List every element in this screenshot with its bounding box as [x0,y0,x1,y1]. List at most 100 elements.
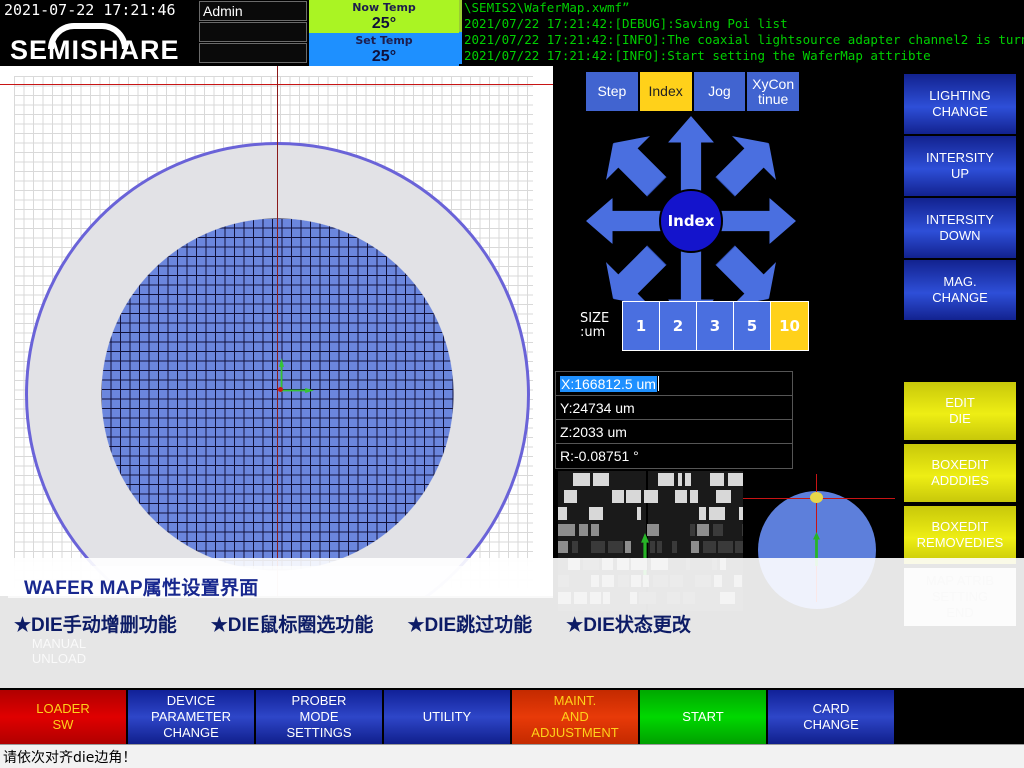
camera-pattern-bar [583,558,599,570]
camera-pattern-bar [678,473,682,486]
camera-pattern-bar [734,575,742,587]
overlay-bullets: ★DIE手动增删功能 ★DIE鼠标圈选功能 ★DIE跳过功能 ★DIE状态更改 [14,610,714,637]
arrow-up-left-icon[interactable] [591,121,679,209]
tab-xycontinue[interactable]: XyCon tinue [747,72,799,111]
camera-pattern-bar [591,524,599,536]
camera-pattern-bar [690,490,698,503]
camera-pattern-bar [602,575,614,587]
set-temp-value: 25° [371,48,397,65]
camera-pattern-bar [683,592,695,604]
camera-pattern-bar [558,524,575,536]
lighting-change-button[interactable]: LIGHTING CHANGE [904,74,1016,134]
camera-pattern-bar [667,592,680,604]
edit-die-button[interactable]: EDIT DIE [904,382,1016,440]
camera-pattern-bar [709,507,725,520]
set-temp-box[interactable]: Set Temp 25° [309,33,459,66]
camera-pattern-bar [568,558,580,570]
manual-unload-button[interactable]: MANUAL UNLOAD [17,636,101,670]
coord-row-z[interactable]: Z:2033 um [556,420,792,444]
arrow-right-icon[interactable] [718,198,796,244]
user-field-3[interactable] [199,43,307,63]
camera-pattern-bar [710,473,724,486]
start-button[interactable]: START [640,690,766,744]
camera-pattern-bar [650,541,655,553]
tab-index[interactable]: Index [639,72,694,111]
overlay-title: WAFER MAP属性设置界面 [24,578,259,599]
semishare-logo: SEMISHARE [6,22,196,65]
user-field-2[interactable] [199,22,307,42]
boxedit-removedies-button[interactable]: BOXEDIT REMOVEDIES [904,506,1016,564]
status-message: 请依次对齐die边角！ [3,750,137,766]
camera-pattern-bar [573,473,590,486]
camera-pattern-bar [685,473,691,486]
device-parameter-change-button[interactable]: DEVICE PARAMETER CHANGE [128,690,254,744]
size-option-2[interactable]: 2 [660,302,697,350]
camera-pattern-bar [639,592,656,604]
coord-row-x[interactable]: X:166812.5 um [556,372,792,396]
loader-sw-button[interactable]: LOADER SW [0,690,126,744]
arrow-up-right-icon[interactable] [703,121,791,209]
card-change-button[interactable]: CARD CHANGE [768,690,894,744]
microscope-camera-view[interactable] [558,471,743,611]
coord-row-r[interactable]: R:-0.08751 ° [556,444,792,468]
camera-pattern-bar [593,473,609,486]
size-option-5[interactable]: 5 [734,302,771,350]
intensity-down-button[interactable]: INTERSITY DOWN [904,198,1016,258]
user-field-1[interactable]: Admin [199,1,307,21]
now-temp-value: 25° [371,15,397,32]
camera-pattern-bar [695,575,711,587]
application-window: 2021-07-22 17:21:46 SEMISHARE Admin Now … [0,0,1024,768]
boxedit-adddies-button[interactable]: BOXEDIT ADDDIES [904,444,1016,502]
camera-pattern-bar [558,575,569,587]
camera-pattern-bar [670,575,683,587]
tab-step[interactable]: Step [586,72,640,111]
camera-pattern-bar [564,490,577,503]
magnification-change-button[interactable]: MAG. CHANGE [904,260,1016,320]
camera-pattern-bar [699,507,706,520]
index-button[interactable]: Index [659,189,723,253]
camera-pattern-bar [657,541,662,553]
camera-pattern-bar [574,592,587,604]
now-temp-label: Now Temp [352,1,416,14]
camera-pattern-bar [590,592,601,604]
camera-pattern-bar [686,558,690,570]
right-action-column: LIGHTING CHANGE INTERSITY UP INTERSITY D… [895,66,1024,668]
user-fields: Admin [199,1,307,63]
crosshair-vertical [277,66,278,596]
prober-mode-settings-button[interactable]: PROBER MODE SETTINGS [256,690,382,744]
size-option-1[interactable]: 1 [623,302,660,350]
camera-pattern-bar [625,541,631,553]
coord-value-z: Z:2033 um [560,423,627,440]
log-line: 2021/07/22 17:21:42:[INFO]:Start setting… [459,48,1024,64]
camera-pattern-bar [653,575,668,587]
arrow-up-icon[interactable] [668,116,714,194]
map-attrib-setting-end-button[interactable]: MAP ATRIB SETTING END [904,568,1016,626]
camera-pattern-bar [697,524,709,536]
log-console[interactable]: \SEMIS2\WaferMap.xwmf” 2021/07/22 17:21:… [459,0,1024,66]
size-option-10[interactable]: 10 [771,302,808,350]
camera-pattern-bar [703,541,716,553]
intensity-up-button[interactable]: INTERSITY UP [904,136,1016,196]
step-size-buttons: 1 2 3 5 10 [622,301,809,351]
coord-row-y[interactable]: Y:24734 um [556,396,792,420]
camera-pattern-bar [712,558,717,570]
arrow-left-icon[interactable] [586,198,664,244]
coordinate-readout: X:166812.5 um Y:24734 um Z:2033 um R:-0.… [555,371,793,469]
camera-pattern-bar [735,541,743,553]
size-option-3[interactable]: 3 [697,302,734,350]
logo-text: SEMISHARE [10,35,180,65]
camera-pattern-bar [617,558,629,570]
camera-pattern-bar [728,473,743,486]
camera-pattern-bar [631,558,647,570]
direction-pad: Index [586,116,796,326]
header-bar: 2021-07-22 17:21:46 SEMISHARE Admin Now … [0,0,1024,66]
tab-jog[interactable]: Jog [693,72,748,111]
camera-pattern-bar [714,575,722,587]
coord-value-r: R:-0.08751 ° [560,448,639,464]
origin-axis-marker [262,358,314,408]
maint-and-adjustment-button[interactable]: MAINT. AND ADJUSTMENT [512,690,638,744]
status-bar: 请依次对齐die边角！ [0,744,1024,768]
utility-button[interactable]: UTILITY [384,690,510,744]
log-line: 2021/07/22 17:21:42:[INFO]:The coaxial l… [459,32,1024,48]
overlay-bullet-3: ★DIE跳过功能 [407,615,533,636]
